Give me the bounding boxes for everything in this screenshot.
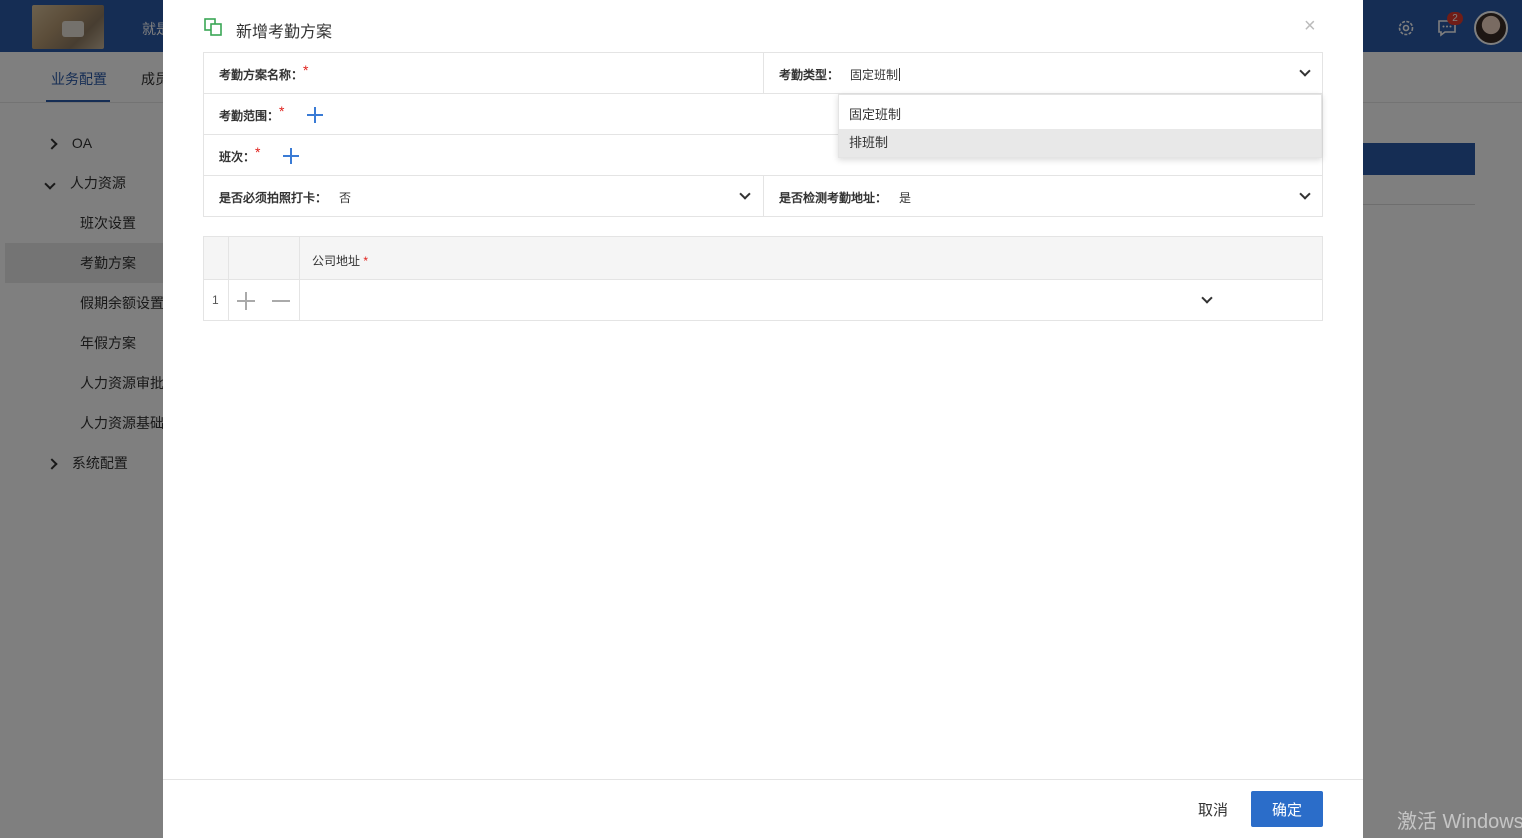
address-check-value[interactable]: 是 (899, 189, 911, 206)
copy-icon (204, 18, 222, 36)
plan-name-field[interactable]: 考勤方案名称： * (204, 53, 764, 93)
required-mark: * (279, 103, 285, 119)
text-cursor (899, 68, 901, 81)
dialog-header: 新增考勤方案 × (163, 0, 1363, 52)
address-check-label: 是否检测考勤地址： (779, 191, 888, 205)
photo-checkin-select[interactable]: 是否必须拍照打卡： 否 (204, 176, 764, 216)
option-scheduled-shift[interactable]: 排班制 (839, 129, 1321, 157)
attendance-type-select[interactable]: 考勤类型： 固定班制 (764, 53, 1323, 93)
remove-row-minus-icon[interactable] (272, 300, 290, 302)
company-address-table: 公司地址 * 1 (203, 236, 1323, 321)
plan-name-label: 考勤方案名称： (219, 68, 304, 82)
chevron-down-icon[interactable] (1299, 188, 1311, 200)
column-divider (228, 237, 229, 320)
photo-checkin-label: 是否必须拍照打卡： (219, 191, 328, 205)
close-icon[interactable]: × (1304, 16, 1316, 36)
add-row-plus-icon[interactable] (237, 292, 255, 310)
add-shift-plus-icon[interactable] (283, 148, 299, 164)
dialog-title: 新增考勤方案 (236, 24, 333, 41)
dialog-footer: 取消 确定 (163, 779, 1363, 838)
attendance-type-dropdown: 固定班制 排班制 (838, 94, 1322, 158)
attendance-type-label: 考勤类型： (779, 68, 840, 82)
option-fixed-shift[interactable]: 固定班制 (839, 101, 1321, 129)
confirm-button[interactable]: 确定 (1251, 791, 1323, 827)
chevron-down-icon[interactable] (739, 188, 751, 200)
company-address-select[interactable] (300, 281, 1322, 320)
photo-checkin-value[interactable]: 否 (339, 189, 351, 206)
add-attendance-plan-dialog: 新增考勤方案 × 考勤方案名称： * 考勤类型： 固定班制 考勤范围： * 班次… (163, 0, 1363, 838)
attendance-scope-label: 考勤范围： (219, 109, 280, 123)
column-header-company-address: 公司地址 * (312, 254, 369, 268)
cancel-button[interactable]: 取消 (1185, 791, 1241, 827)
form-row: 是否必须拍照打卡： 否 是否检测考勤地址： 是 (204, 176, 1323, 217)
add-scope-plus-icon[interactable] (307, 107, 323, 123)
table-header: 公司地址 * (204, 237, 1322, 280)
windows-activation-watermark: 激活 Windows (1397, 811, 1522, 833)
address-check-select[interactable]: 是否检测考勤地址： 是 (764, 176, 1323, 216)
row-number: 1 (212, 293, 219, 307)
form-row: 考勤方案名称： * 考勤类型： 固定班制 (204, 53, 1323, 94)
shift-label: 班次： (219, 150, 256, 164)
chevron-down-icon[interactable] (1299, 65, 1311, 77)
required-mark: * (303, 62, 309, 78)
chevron-down-icon[interactable] (1201, 292, 1213, 304)
required-mark: * (255, 144, 261, 160)
attendance-type-value[interactable]: 固定班制 (850, 66, 901, 83)
